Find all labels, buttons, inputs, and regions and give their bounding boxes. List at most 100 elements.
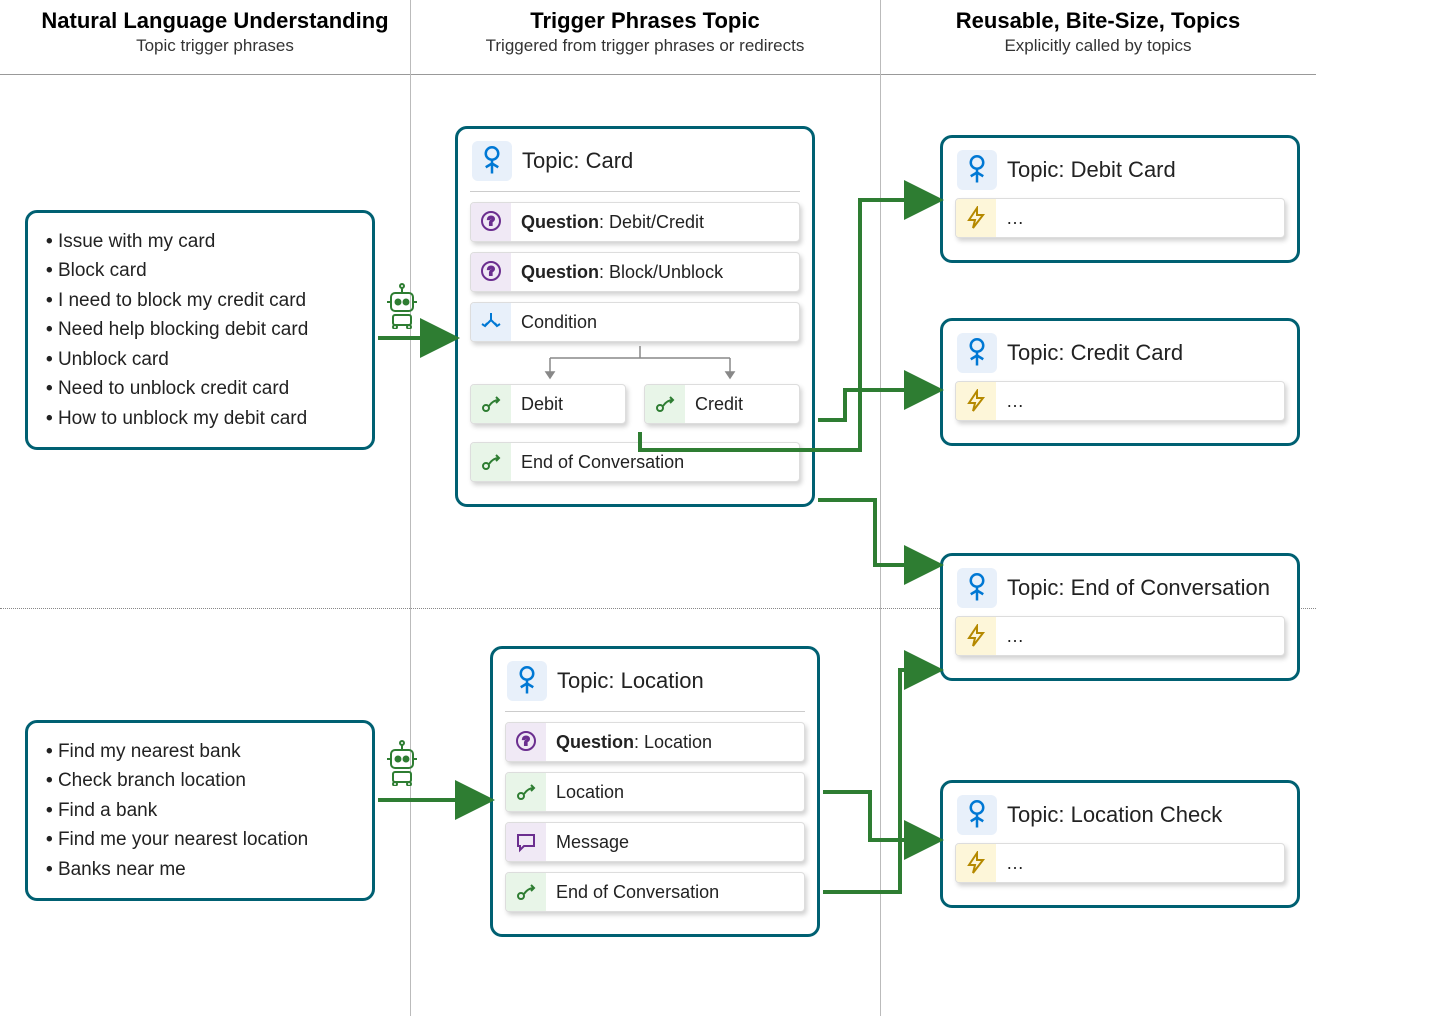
topic-card-debit: Topic: Debit Card … [940, 135, 1300, 263]
col-title: Trigger Phrases Topic [410, 8, 880, 34]
topic-title: Topic: Credit Card [1007, 340, 1183, 366]
node-message: Message [505, 822, 805, 862]
topic-card-loccheck: Topic: Location Check … [940, 780, 1300, 908]
col-title: Reusable, Bite-Size, Topics [880, 8, 1316, 34]
phrase: Block card [46, 256, 354, 285]
branch-connector [470, 346, 800, 386]
topic-icon [507, 661, 547, 701]
phrase: Find a bank [46, 796, 354, 825]
phrase-list-card: Issue with my card Block card I need to … [46, 227, 354, 433]
phrase: I need to block my credit card [46, 286, 354, 315]
phrase-list-location: Find my nearest bank Check branch locati… [46, 737, 354, 884]
svg-text:?: ? [487, 264, 494, 278]
redirect-icon [471, 442, 511, 482]
phrase: Banks near me [46, 855, 354, 884]
topic-title: Topic: End of Conversation [1007, 575, 1270, 601]
node-redirect-eoc: End of Conversation [505, 872, 805, 912]
question-icon: ? [506, 722, 546, 762]
column-header-nlu: Natural Language Understanding Topic tri… [20, 8, 410, 56]
redirect-icon [645, 384, 685, 424]
node-label: Question: Location [546, 732, 722, 753]
node-question: ? Question: Debit/Credit [470, 202, 800, 242]
node-label: … [996, 853, 1034, 874]
redirect-icon [506, 872, 546, 912]
node-label: … [996, 208, 1034, 229]
condition-icon [471, 302, 511, 342]
phrase: Need to unblock credit card [46, 374, 354, 403]
topic-title-row: Topic: Location Check [955, 791, 1285, 841]
node-label: Question: Block/Unblock [511, 262, 733, 283]
question-icon: ? [471, 202, 511, 242]
topic-title-row: Topic: Credit Card [955, 329, 1285, 379]
node-redirect-eoc: End of Conversation [470, 442, 800, 482]
phrase-panel-location: Find my nearest bank Check branch locati… [25, 720, 375, 901]
action-icon [956, 198, 996, 238]
node-action: … [955, 198, 1285, 238]
robot-icon [384, 283, 420, 329]
topic-icon [957, 150, 997, 190]
node-label: End of Conversation [546, 882, 729, 903]
node-label: … [996, 626, 1034, 647]
node-condition: Condition [470, 302, 800, 342]
col-title: Natural Language Understanding [20, 8, 410, 34]
col-subtitle: Explicitly called by topics [880, 36, 1316, 56]
node-label: End of Conversation [511, 452, 694, 473]
node-label: Question: Debit/Credit [511, 212, 714, 233]
action-icon [956, 381, 996, 421]
node-label: Message [546, 832, 639, 853]
column-divider-2 [880, 0, 881, 1016]
topic-title-row: Topic: Location [505, 657, 805, 712]
svg-text:?: ? [522, 734, 529, 748]
col-subtitle: Triggered from trigger phrases or redire… [410, 36, 880, 56]
topic-icon [957, 795, 997, 835]
message-icon [506, 822, 546, 862]
node-label: … [996, 391, 1034, 412]
topic-card-card: Topic: Card ? Question: Debit/Credit ? Q… [455, 126, 815, 507]
phrase: Need help blocking debit card [46, 315, 354, 344]
node-redirect-debit: Debit [470, 384, 626, 424]
robot-icon [384, 740, 420, 786]
node-redirect-location: Location [505, 772, 805, 812]
node-label: Credit [685, 394, 753, 415]
topic-icon [472, 141, 512, 181]
node-action: … [955, 616, 1285, 656]
topic-title-row: Topic: Card [470, 137, 800, 192]
node-question: ? Question: Block/Unblock [470, 252, 800, 292]
node-redirect-credit: Credit [644, 384, 800, 424]
question-icon: ? [471, 252, 511, 292]
column-header-trigger: Trigger Phrases Topic Triggered from tri… [410, 8, 880, 56]
node-label: Debit [511, 394, 573, 415]
topic-title: Topic: Location [557, 668, 704, 694]
node-action: … [955, 381, 1285, 421]
phrase: Find me your nearest location [46, 825, 354, 854]
topic-card-location: Topic: Location ? Question: Location Loc… [490, 646, 820, 937]
redirect-icon [471, 384, 511, 424]
node-label: Location [546, 782, 634, 803]
phrase-panel-card: Issue with my card Block card I need to … [25, 210, 375, 450]
topic-title: Topic: Debit Card [1007, 157, 1176, 183]
topic-card-eoc: Topic: End of Conversation … [940, 553, 1300, 681]
branch-split: Debit Credit [470, 384, 800, 434]
topic-icon [957, 333, 997, 373]
topic-title: Topic: Card [522, 148, 633, 174]
column-header-reusable: Reusable, Bite-Size, Topics Explicitly c… [880, 8, 1316, 56]
topic-title-row: Topic: End of Conversation [955, 564, 1285, 614]
topic-title: Topic: Location Check [1007, 802, 1222, 828]
phrase: Check branch location [46, 766, 354, 795]
topic-title-row: Topic: Debit Card [955, 146, 1285, 196]
header-divider [0, 74, 1316, 75]
phrase: Find my nearest bank [46, 737, 354, 766]
column-divider-1 [410, 0, 411, 1016]
svg-text:?: ? [487, 214, 494, 228]
node-action: … [955, 843, 1285, 883]
col-subtitle: Topic trigger phrases [20, 36, 410, 56]
topic-card-credit: Topic: Credit Card … [940, 318, 1300, 446]
action-icon [956, 843, 996, 883]
node-question: ? Question: Location [505, 722, 805, 762]
topic-icon [957, 568, 997, 608]
phrase: Issue with my card [46, 227, 354, 256]
action-icon [956, 616, 996, 656]
node-label: Condition [511, 312, 607, 333]
phrase: How to unblock my debit card [46, 404, 354, 433]
redirect-icon [506, 772, 546, 812]
